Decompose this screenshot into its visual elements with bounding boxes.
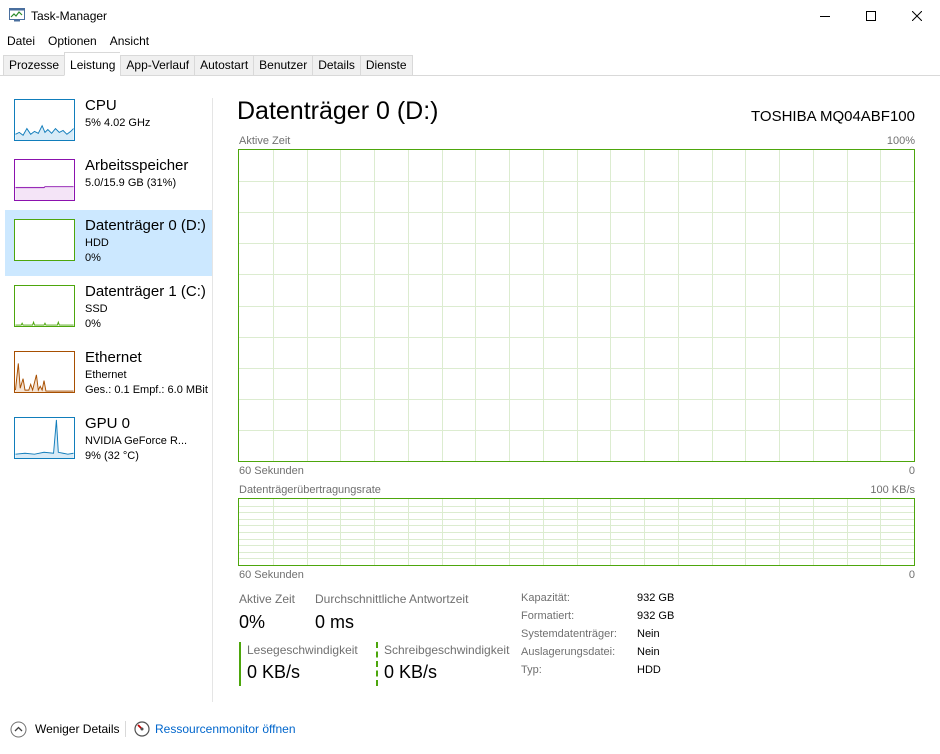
device-model: TOSHIBA MQ04ABF100 [751,108,915,125]
tab-autostart[interactable]: Autostart [194,55,254,76]
resource-name: Datenträger 0 (D:) [85,217,206,234]
read-speed-label: Lesegeschwindigkeit [247,643,358,657]
resource-name: Ethernet [85,349,142,366]
active-time-graph [238,149,915,462]
resource-usage: 9% (32 °C) [85,450,139,462]
ethernet-thumbnail [14,351,75,393]
tab-leistung[interactable]: Leistung [64,52,121,76]
tab-details[interactable]: Details [312,55,360,76]
gpu-thumbnail [14,417,75,459]
tab-benutzer[interactable]: Benutzer [253,55,313,76]
write-speed-value: 0 KB/s [384,662,438,682]
transfer-rate-graph [238,498,915,566]
resource-type: SSD [85,303,108,315]
resource-monitor-icon [134,721,150,737]
cpu-thumbnail [14,99,75,141]
tab-bar: Prozesse Leistung App-Verlauf Autostart … [0,52,940,76]
system-disk-value: Nein [637,628,660,640]
read-speed-block: Lesegeschwindigkeit 0 KB/s [239,642,369,686]
write-speed-label: Schreibgeschwindigkeit [384,643,510,657]
capacity-value: 932 GB [637,592,675,604]
tab-app-verlauf[interactable]: App-Verlauf [120,55,195,76]
transfer-rate-graph-label: Datenträgerübertragungsrate [239,484,381,496]
resource-name: Arbeitsspeicher [85,157,189,174]
less-details-button[interactable]: Weniger Details [35,722,119,736]
close-icon [912,10,922,21]
resource-name: Datenträger 1 (C:) [85,283,206,300]
page-file-value: Nein [637,646,660,658]
close-button[interactable] [894,0,940,31]
write-speed-bar [376,642,378,686]
transfer-rate-graph-max: 100 KB/s [870,484,915,496]
resource-detail: 5% 4.02 GHz [85,117,151,129]
title-bar[interactable]: Task-Manager [0,0,940,31]
active-time-graph-time: 60 Sekunden [239,465,304,477]
maximize-icon [866,10,876,21]
resource-model: NVIDIA GeForce R... [85,435,188,447]
response-time-label: Durchschnittliche Antwortzeit [315,592,469,606]
minimize-button[interactable] [802,0,848,31]
active-time-label: Aktive Zeit [239,592,296,606]
menu-bar: Datei Optionen Ansicht [0,31,155,51]
chevron-up-icon[interactable] [10,721,27,738]
capacity-label: Kapazität: [521,592,570,604]
resource-item-gpu[interactable]: GPU 0 NVIDIA GeForce R... 9% (32 °C) [5,408,212,474]
resource-monitor-link[interactable]: Ressourcenmonitor öffnen [155,722,296,736]
maximize-button[interactable] [848,0,894,31]
resource-item-disk-0[interactable]: Datenträger 0 (D:) HDD 0% [5,210,212,276]
resource-list: CPU 5% 4.02 GHz Arbeitsspeicher 5.0/15.9… [5,88,213,700]
active-time-graph-max: 100% [886,135,915,147]
resource-name: GPU 0 [85,415,131,432]
transfer-rate-graph-min: 0 [908,569,915,581]
panel-divider [212,98,213,702]
read-speed-bar [239,642,241,686]
formatted-label: Formatiert: [521,610,575,622]
task-manager-icon [9,8,25,22]
system-disk-label: Systemdatenträger: [521,628,617,640]
write-speed-block: Schreibgeschwindigkeit 0 KB/s [376,642,510,686]
menu-optionen[interactable]: Optionen [41,31,103,51]
menu-datei[interactable]: Datei [0,31,41,51]
resource-throughput: Ges.: 0.1 Empf.: 6.0 MBit [85,384,208,396]
resource-adapter: Ethernet [85,369,127,381]
resource-type: HDD [85,237,109,249]
resource-name: CPU [85,97,117,114]
minimize-icon [820,15,830,17]
response-time-value: 0 ms [315,612,355,632]
disk-0-thumbnail [14,219,75,261]
memory-thumbnail [14,159,75,201]
resource-usage: 0% [85,252,101,264]
window-title: Task-Manager [31,9,108,23]
read-speed-value: 0 KB/s [247,662,301,682]
footer-divider [125,721,126,737]
resource-item-ethernet[interactable]: Ethernet Ethernet Ges.: 0.1 Empf.: 6.0 M… [5,342,212,408]
page-title: Datenträger 0 (D:) [237,97,439,125]
tab-prozesse[interactable]: Prozesse [3,55,65,76]
active-time-graph-min: 0 [908,465,915,477]
active-time-value: 0% [239,612,266,632]
resource-usage: 0% [85,318,101,330]
type-label: Typ: [521,664,542,676]
resource-item-cpu[interactable]: CPU 5% 4.02 GHz [5,90,212,156]
menu-ansicht[interactable]: Ansicht [103,31,155,51]
page-file-label: Auslagerungsdatei: [521,646,616,658]
resource-item-memory[interactable]: Arbeitsspeicher 5.0/15.9 GB (31%) [5,150,212,216]
disk-1-thumbnail [14,285,75,327]
transfer-rate-graph-time: 60 Sekunden [239,569,304,581]
active-time-graph-label: Aktive Zeit [239,135,291,147]
tab-dienste[interactable]: Dienste [359,55,413,76]
formatted-value: 932 GB [637,610,675,622]
resource-detail: 5.0/15.9 GB (31%) [85,177,177,189]
type-value: HDD [637,664,661,676]
resource-item-disk-1[interactable]: Datenträger 1 (C:) SSD 0% [5,276,212,342]
footer: Weniger Details Ressourcenmonitor öffnen [0,713,940,745]
